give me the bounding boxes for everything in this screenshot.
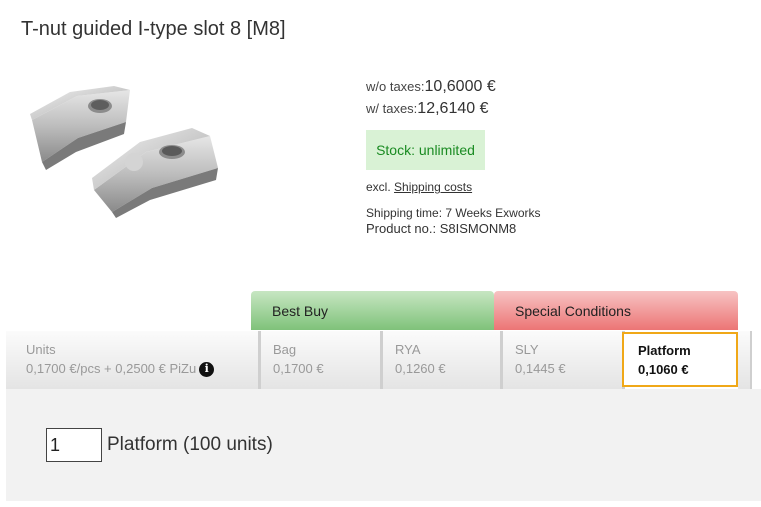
- product-title: T-nut guided I-type slot 8 [M8]: [21, 18, 286, 40]
- tab-sly[interactable]: SLY 0,1445 €: [503, 331, 625, 389]
- tab-units[interactable]: Units 0,1700 €/pcs + 0,2500 € PiZu i: [6, 331, 261, 389]
- tab-platform[interactable]: Platform 0,1060 €: [622, 332, 738, 387]
- tab-bag-value: 0,1700 €: [273, 361, 324, 376]
- excl-prefix: excl.: [366, 180, 391, 194]
- tab-units-value: 0,1700 €/pcs + 0,2500 € PiZu: [26, 361, 197, 376]
- price-net-value: 10,6000 €: [424, 78, 496, 95]
- order-panel: Platform (100 units): [6, 389, 761, 501]
- tab-strip-end: [738, 331, 752, 389]
- stock-badge: Stock: unlimited: [366, 130, 485, 170]
- tab-rya[interactable]: RYA 0,1260 €: [383, 331, 503, 389]
- shipping-note: excl. Shipping costs: [366, 180, 541, 194]
- tab-sly-value: 0,1445 €: [515, 361, 566, 376]
- info-icon[interactable]: i: [199, 361, 215, 377]
- price-gross: w/ taxes:12,6140 €: [366, 98, 541, 120]
- quantity-unit-label: Platform (100 units): [107, 434, 273, 455]
- tab-bag-label: Bag: [273, 342, 297, 357]
- product-number: Product no.: S8ISMONM8: [366, 221, 517, 236]
- tab-sly-label: SLY: [515, 342, 539, 357]
- tab-units-label: Units: [26, 342, 56, 357]
- tab-rya-value: 0,1260 €: [395, 361, 446, 376]
- price-gross-label: w/ taxes:: [366, 101, 418, 116]
- price-net-label: w/o taxes:: [366, 79, 425, 94]
- tab-bag[interactable]: Bag 0,1700 €: [261, 331, 383, 389]
- tab-units-price: 0,1700 €/pcs + 0,2500 € PiZu i: [26, 359, 258, 379]
- product-image: [30, 86, 218, 218]
- best-buy-header: Best Buy: [251, 291, 494, 330]
- tab-platform-value: 0,1060 €: [638, 362, 689, 377]
- quantity-input[interactable]: [46, 428, 102, 462]
- price-gross-value: 12,6140 €: [417, 100, 489, 117]
- tab-rya-label: RYA: [395, 342, 421, 357]
- shipping-time: Shipping time: 7 Weeks Exworks: [366, 206, 541, 220]
- special-conditions-header: Special Conditions: [494, 291, 738, 330]
- product-info: w/o taxes:10,6000 € w/ taxes:12,6140 € S…: [366, 76, 541, 236]
- price-net: w/o taxes:10,6000 €: [366, 76, 541, 98]
- tab-platform-label: Platform: [638, 343, 691, 358]
- shipping-costs-link[interactable]: Shipping costs: [394, 180, 472, 194]
